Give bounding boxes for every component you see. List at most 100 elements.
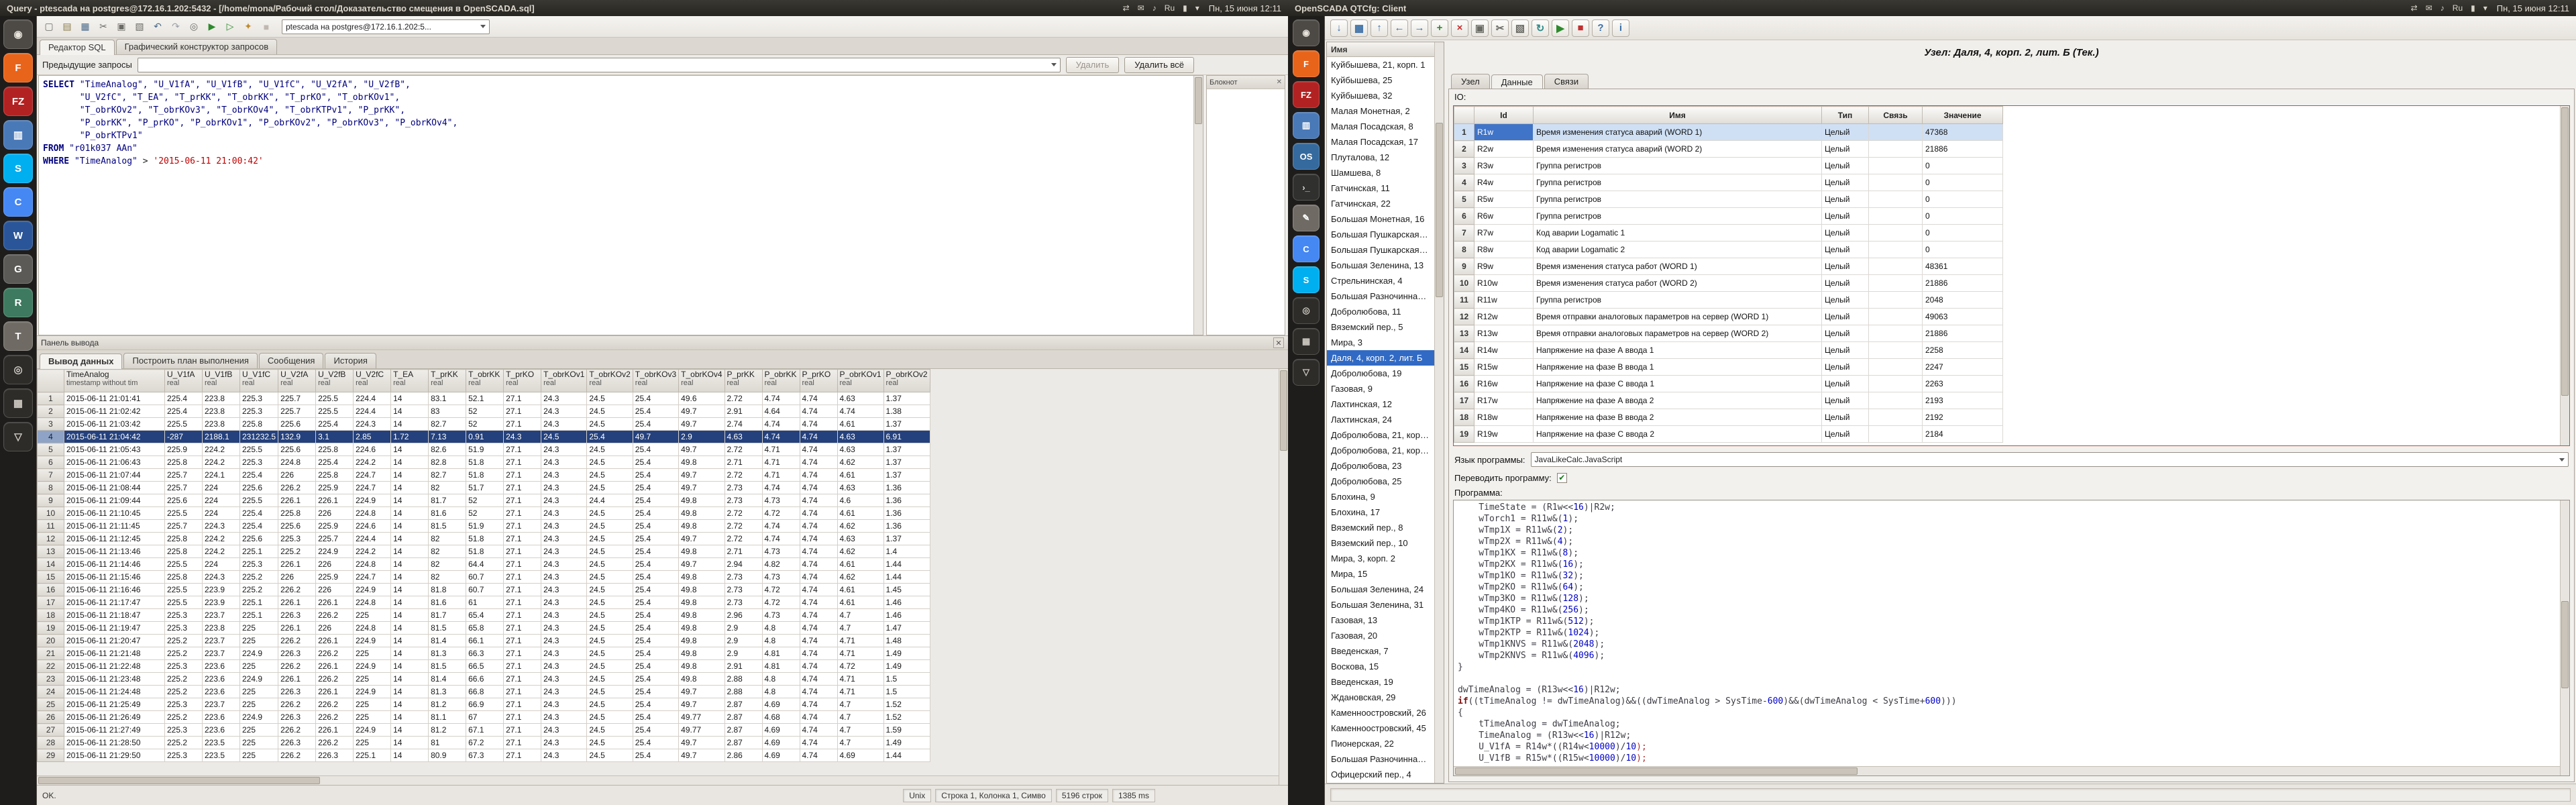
delete-item-icon[interactable]: × — [1451, 19, 1468, 37]
tree-item[interactable]: Добролюбова, 19 — [1327, 366, 1434, 381]
table-row[interactable]: 142015-06-11 21:14:46225.5224225.3226.12… — [38, 558, 930, 571]
tree-item[interactable]: Шамшева, 8 — [1327, 165, 1434, 180]
tree-item[interactable]: Мира, 3, корп. 2 — [1327, 551, 1434, 566]
row-number[interactable]: 20 — [38, 635, 64, 647]
table-row[interactable]: 222015-06-11 21:22:48225.3223.6225226.22… — [38, 660, 930, 673]
execute-query-icon[interactable]: ▶ — [204, 19, 220, 35]
language-combo[interactable]: JavaLikeCalc.JavaScript — [1531, 452, 2569, 467]
column-header-P_obrKK[interactable]: P_obrKKreal — [762, 370, 800, 392]
launcher-icon-chromium[interactable]: C — [1293, 235, 1320, 262]
table-row[interactable]: 152015-06-11 21:15:46225.8224.3225.22262… — [38, 571, 930, 584]
table-row[interactable]: 242015-06-11 21:24:48225.2223.6225226.32… — [38, 686, 930, 698]
tree-item[interactable]: Большая Пушкарская, 44 — [1327, 242, 1434, 258]
column-header-T_obrKOv4[interactable]: T_obrKOv4real — [679, 370, 724, 392]
row-number[interactable]: 3 — [38, 418, 64, 431]
tree-item[interactable]: Блохина, 17 — [1327, 504, 1434, 520]
paste-icon[interactable]: ▧ — [1511, 19, 1529, 37]
launcher-icon-libreoffice-writer[interactable]: W — [3, 221, 33, 250]
tree-item[interactable]: Малая Монетная, 2 — [1327, 103, 1434, 119]
column-header-P_obrKOv1[interactable]: P_obrKOv1real — [837, 370, 883, 392]
table-row[interactable]: 202015-06-11 21:20:47225.2223.7225226.22… — [38, 635, 930, 647]
launcher-icon-remmina[interactable]: R — [3, 288, 33, 317]
launcher-icon-terminal[interactable]: ›_ — [1293, 174, 1320, 201]
clock-left[interactable]: Пн, 15 июня 12:11 — [1209, 3, 1281, 13]
launcher-icon-screenshot[interactable]: ◎ — [1293, 297, 1320, 324]
tree-item[interactable]: Лахтинская, 12 — [1327, 396, 1434, 412]
io-row[interactable]: 18R18wНапряжение на фазе В ввода 2Целый2… — [1454, 409, 2003, 426]
load-icon[interactable]: ↓ — [1330, 19, 1348, 37]
row-number[interactable]: 9 — [38, 494, 64, 507]
scrollbar-thumb[interactable] — [38, 777, 320, 784]
tree-item[interactable]: Офицерский пер., 4 — [1327, 767, 1434, 782]
row-number[interactable]: 10 — [38, 507, 64, 520]
io-row[interactable]: 6R6wГруппа регистровЦелый0 — [1454, 208, 2003, 225]
row-number[interactable]: 21 — [38, 647, 64, 660]
launcher-icon-chromium[interactable]: C — [3, 187, 33, 217]
launcher-icon-skype[interactable]: S — [3, 154, 33, 183]
io-column-header-Связь[interactable]: Связь — [1869, 107, 1923, 124]
column-header-U_V2fB[interactable]: U_V2fBreal — [316, 370, 354, 392]
undo-icon[interactable]: ↶ — [150, 19, 166, 35]
io-row[interactable]: 13R13wВремя отправки аналоговых параметр… — [1454, 325, 2003, 342]
tree-item[interactable]: Даля, 4, корп. 2, лит. Б — [1327, 350, 1434, 366]
tree-item[interactable]: Введенская, 19 — [1327, 674, 1434, 690]
launcher-icon-gedit[interactable]: ✎ — [1293, 205, 1320, 231]
table-row[interactable]: 92015-06-11 21:09:44225.6224225.5226.122… — [38, 494, 930, 507]
column-header-U_V1fB[interactable]: U_V1fBreal — [203, 370, 240, 392]
launcher-icon-screenshot[interactable]: ◎ — [3, 355, 33, 384]
sql-text[interactable]: SELECT "TimeAnalog", "U_V1fA", "U_V1fB",… — [43, 78, 1192, 333]
mail-icon[interactable]: ✉ — [1138, 3, 1144, 13]
tree-item[interactable]: Петрозаводская, 13 — [1327, 782, 1434, 783]
table-row[interactable]: 22015-06-11 21:02:42225.4223.8225.3225.7… — [38, 405, 930, 418]
session-icon[interactable]: ▾ — [2483, 3, 2487, 13]
copy-icon[interactable]: ▣ — [113, 19, 129, 35]
row-number[interactable]: 23 — [38, 673, 64, 686]
tree-item[interactable]: Блохина, 9 — [1327, 489, 1434, 504]
launcher-icon-firefox[interactable]: F — [3, 53, 33, 83]
tree-scrollbar[interactable] — [1434, 42, 1444, 783]
volume-icon[interactable]: ♪ — [1152, 3, 1157, 13]
column-header-T_obrKOv3[interactable]: T_obrKOv3real — [633, 370, 678, 392]
row-number[interactable]: 7 — [38, 469, 64, 482]
io-scrollbar[interactable] — [2560, 106, 2569, 445]
sql-editor[interactable]: SELECT "TimeAnalog", "U_V1fA", "U_V1fB",… — [38, 75, 1203, 335]
tree-item[interactable]: Гатчинская, 11 — [1327, 180, 1434, 196]
program-code[interactable]: TimeState = (R1w<<16)|R2w; wTorch1 = R11… — [1458, 502, 2559, 765]
tree-item[interactable]: Воскова, 15 — [1327, 659, 1434, 674]
grid-hscrollbar[interactable] — [37, 775, 1279, 785]
network-icon[interactable]: ⇄ — [1123, 3, 1130, 13]
program-editor[interactable]: TimeState = (R1w<<16)|R2w; wTorch1 = R11… — [1453, 500, 2570, 776]
save-icon[interactable]: ▦ — [77, 19, 93, 35]
table-row[interactable]: 82015-06-11 21:08:44225.7224225.6226.222… — [38, 482, 930, 494]
column-header-T_obrKOv2[interactable]: T_obrKOv2real — [587, 370, 633, 392]
tree-item[interactable]: Плуталова, 12 — [1327, 150, 1434, 165]
start-updating-icon[interactable]: ▶ — [1552, 19, 1569, 37]
tab-history[interactable]: История — [325, 353, 376, 368]
up-level-icon[interactable]: ↑ — [1371, 19, 1388, 37]
io-row[interactable]: 1R1wВремя изменения статуса аварий (WORD… — [1454, 124, 2003, 141]
battery-icon[interactable]: ▮ — [1183, 3, 1187, 13]
stop-updating-icon[interactable]: ■ — [1572, 19, 1589, 37]
tree-item[interactable]: Газовая, 13 — [1327, 612, 1434, 628]
delete-button[interactable]: Удалить — [1066, 57, 1120, 73]
launcher-icon-skype[interactable]: S — [1293, 266, 1320, 293]
table-row[interactable]: 292015-06-11 21:29:50225.3223.5225226.22… — [38, 749, 930, 762]
tree-item[interactable]: Большая Разночинная, 24 — [1327, 751, 1434, 767]
row-number[interactable]: 13 — [38, 545, 64, 558]
tab-data-output[interactable]: Вывод данных — [40, 354, 122, 369]
connection-combo[interactable]: ptescada на postgres@172.16.1.202:5... — [282, 19, 490, 34]
io-row[interactable]: 5R5wГруппа регистровЦелый0 — [1454, 191, 2003, 208]
volume-icon[interactable]: ♪ — [2440, 3, 2445, 13]
previous-queries-combo[interactable] — [138, 58, 1061, 72]
program-hscrollbar[interactable] — [1454, 766, 2560, 775]
tree-item[interactable]: Малая Посадская, 17 — [1327, 134, 1434, 150]
column-header-T_prKK[interactable]: T_prKKreal — [429, 370, 466, 392]
add-item-icon[interactable]: + — [1431, 19, 1448, 37]
tree-item[interactable]: Пионерская, 22 — [1327, 736, 1434, 751]
tab-explain-plan[interactable]: Построить план выполнения — [123, 353, 257, 368]
table-row[interactable]: 252015-06-11 21:25:49225.3223.7225226.22… — [38, 698, 930, 711]
tree-item[interactable]: Ждановская, 29 — [1327, 690, 1434, 705]
table-row[interactable]: 162015-06-11 21:16:46225.5223.9225.2226.… — [38, 584, 930, 596]
table-row[interactable]: 122015-06-11 21:12:45225.8224.2225.6225.… — [38, 533, 930, 545]
io-row[interactable]: 4R4wГруппа регистровЦелый0 — [1454, 174, 2003, 191]
